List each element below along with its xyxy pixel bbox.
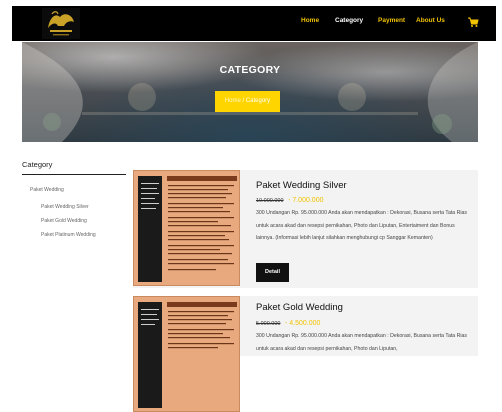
product-name[interactable]: Paket Gold Wedding — [256, 302, 343, 313]
product-brochure-image[interactable] — [133, 296, 240, 412]
hero-title: CATEGORY — [219, 64, 281, 76]
sidebar-item-paket-wedding[interactable]: Paket Wedding — [30, 187, 64, 193]
brand-logo-icon[interactable] — [42, 8, 80, 39]
breadcrumb-separator: / — [242, 98, 245, 104]
nav-link-category[interactable]: Category — [335, 17, 363, 24]
breadcrumb-home-link[interactable]: Home — [225, 98, 241, 104]
product-price: 10.000.000 - 7.000.000 — [256, 197, 324, 204]
product-description: 300 Undangan Rp. 95.000.000 Anda akan me… — [256, 333, 468, 352]
product-card: Paket Wedding Silver 10.000.000 - 7.000.… — [133, 170, 478, 288]
sidebar-title: Category — [22, 160, 53, 169]
product-name[interactable]: Paket Wedding Silver — [256, 180, 347, 191]
top-navbar: Home Category Payment About Us — [12, 6, 496, 41]
product-new-price: - 7.000.000 — [288, 197, 324, 204]
product-description: 300 Undangan Rp. 95.000.000 Anda akan me… — [256, 210, 468, 241]
sidebar-item-platinum[interactable]: Paket Platinum Wedding — [41, 232, 96, 238]
cart-icon[interactable] — [467, 15, 479, 27]
sidebar-item-gold[interactable]: Paket Gold Wedding — [41, 218, 87, 224]
sidebar-divider — [22, 174, 126, 175]
nav-link-home[interactable]: Home — [301, 17, 319, 24]
product-brochure-image[interactable] — [133, 170, 240, 286]
detail-button[interactable]: Detail — [256, 263, 289, 282]
nav-link-payment[interactable]: Payment — [378, 17, 405, 24]
product-old-price: 10.000.000 — [256, 198, 284, 204]
breadcrumb-current: Category — [245, 98, 271, 104]
breadcrumb: Home / Category — [215, 91, 280, 112]
product-new-price: - 4.500.000 — [285, 320, 321, 327]
hero-banner: CATEGORY Home / Category — [22, 42, 478, 142]
nav-link-about-us[interactable]: About Us — [416, 17, 445, 24]
product-price: 5.000.000 - 4.500.000 — [256, 320, 320, 327]
product-card: Paket Gold Wedding 5.000.000 - 4.500.000… — [133, 296, 478, 412]
product-old-price: 5.000.000 — [256, 321, 281, 327]
sidebar-item-silver[interactable]: Paket Wedding Silver — [41, 204, 89, 210]
